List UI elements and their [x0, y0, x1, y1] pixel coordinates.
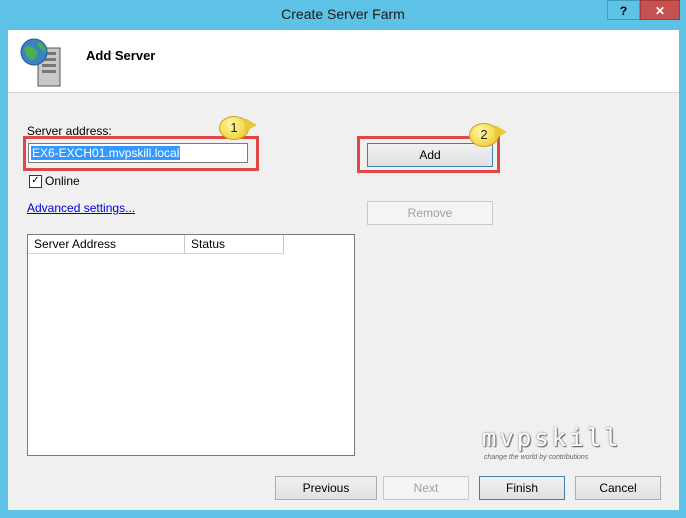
column-header-server-address[interactable]: Server Address	[28, 235, 185, 254]
page-title: Add Server	[86, 48, 156, 63]
window-title: Create Server Farm	[281, 6, 405, 22]
server-globe-icon	[20, 38, 61, 87]
server-list[interactable]: Server Address Status	[27, 234, 355, 456]
close-button[interactable]: ✕	[640, 0, 680, 20]
online-label: Online	[45, 174, 80, 188]
finish-button[interactable]: Finish	[479, 476, 565, 500]
online-checkbox[interactable]: ✓	[29, 175, 42, 188]
watermark-logo: mvpskill change the world by contributio…	[482, 424, 619, 466]
previous-button[interactable]: Previous	[275, 476, 377, 500]
callout-step-2-pointer	[495, 125, 507, 139]
watermark-brand: mvpskill	[482, 424, 622, 452]
remove-button[interactable]: Remove	[367, 201, 493, 225]
title-bar[interactable]: Create Server Farm ? ✕	[0, 0, 686, 30]
column-header-status[interactable]: Status	[185, 235, 284, 254]
advanced-settings-link[interactable]: Advanced settings...	[27, 201, 135, 215]
callout-step-1-pointer	[245, 118, 257, 132]
highlight-box-address	[23, 136, 259, 171]
dialog-body: Add Server Server address: EX6-EXCH01.mv…	[8, 30, 679, 510]
watermark-tagline: change the world by contributions	[484, 454, 589, 461]
next-button[interactable]: Next	[383, 476, 469, 500]
help-button[interactable]: ?	[607, 0, 640, 20]
cancel-button[interactable]: Cancel	[575, 476, 661, 500]
create-server-farm-window: Create Server Farm ? ✕ Add Server Server…	[0, 0, 686, 518]
dialog-header: Add Server	[8, 30, 679, 93]
